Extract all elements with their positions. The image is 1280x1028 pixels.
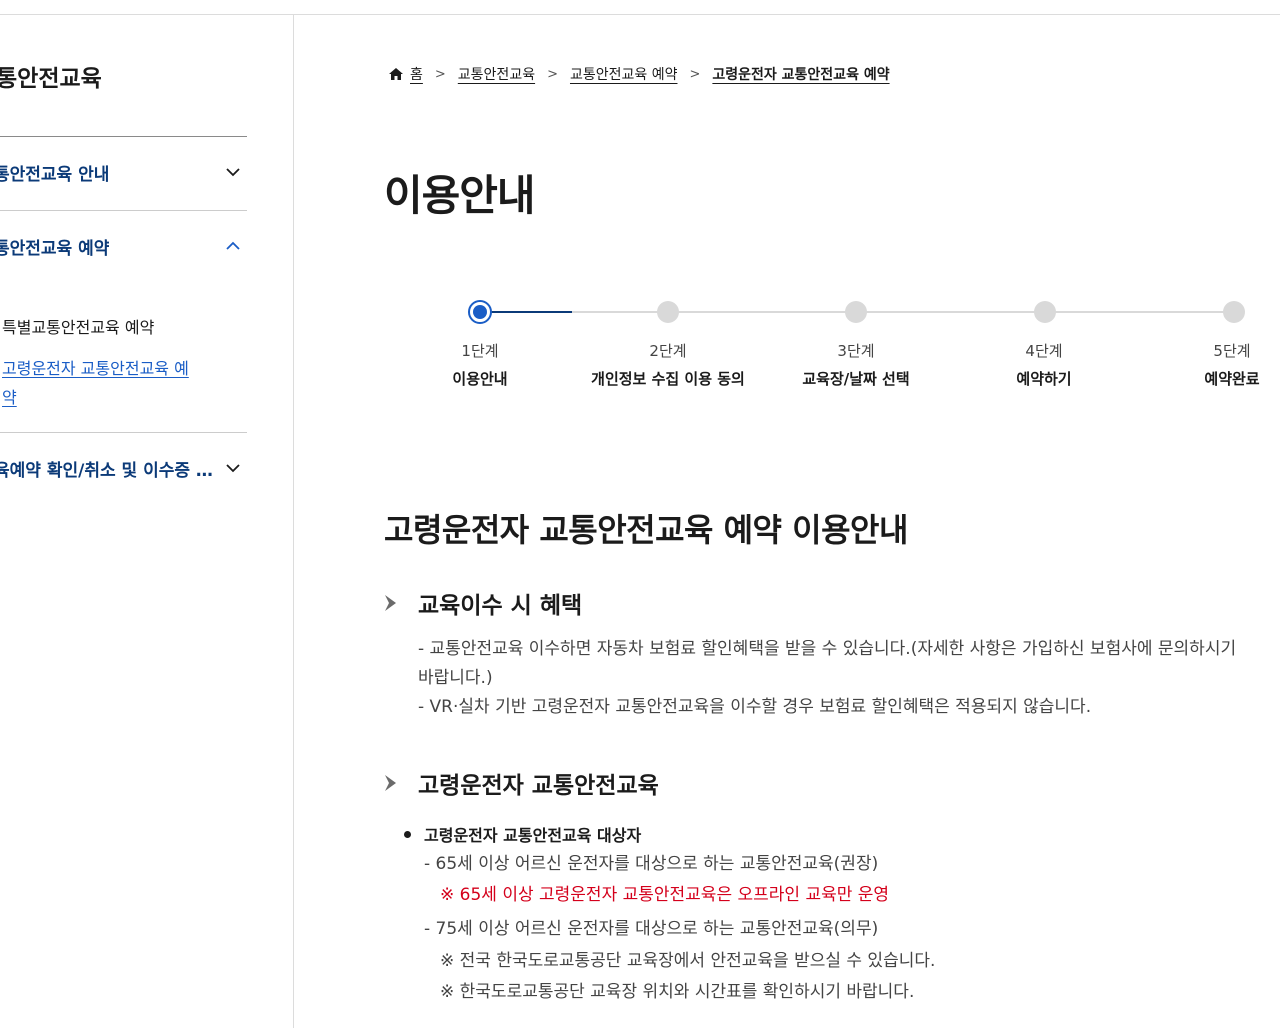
chevron-up-icon xyxy=(226,241,240,250)
chevron-down-icon xyxy=(226,168,240,177)
sidebar-divider xyxy=(293,14,294,1028)
step-dot xyxy=(657,301,679,323)
sidebar-item-label: 통안전교육 예약 xyxy=(0,238,110,259)
breadcrumb-separator: > xyxy=(689,66,701,82)
notice-offline-only: ※ 65세 이상 고령운전자 교통안전교육은 오프라인 교육만 운영 xyxy=(440,885,890,905)
step-number: 3단계 xyxy=(837,342,875,360)
elderly-heading: 고령운전자 교통안전교육 xyxy=(383,768,659,799)
step-number: 2단계 xyxy=(649,342,687,360)
sidebar-item-label: 통안전교육 안내 xyxy=(0,164,110,185)
benefits-heading-text: 교육이수 시 혜택 xyxy=(418,593,583,619)
reservation-stepper: 1단계 이용안내 2단계 개인정보 수집 이용 동의 3단계 교육장/날짜 선택… xyxy=(384,296,1280,406)
elderly-heading-text: 고령운전자 교통안전교육 xyxy=(418,773,659,799)
section-title: 고령운전자 교통안전교육 예약 이용안내 xyxy=(384,511,908,549)
target-line-65: - 65세 이상 어르신 운전자를 대상으로 하는 교통안전교육(권장) xyxy=(424,854,879,874)
arrow-bullet-icon xyxy=(385,595,396,611)
note-schedule: ※ 한국도로교통공단 교육장 위치와 시간표를 확인하시기 바랍니다. xyxy=(440,982,915,1002)
step-label: 이용안내 xyxy=(452,370,508,388)
benefit-line-2: 바랍니다.) xyxy=(418,668,493,688)
sidebar-rule xyxy=(0,432,247,433)
breadcrumb-item-reservation[interactable]: 교통안전교육 예약 xyxy=(570,64,678,84)
benefit-line-1: - 교통안전교육 이수하면 자동차 보험료 할인혜택을 받을 수 있습니다.(자… xyxy=(418,639,1237,659)
step-number: 1단계 xyxy=(461,342,499,360)
sidebar-rule xyxy=(0,136,247,137)
step-label: 교육장/날짜 선택 xyxy=(802,370,910,388)
benefits-heading: 교육이수 시 혜택 xyxy=(383,588,583,619)
step-dot xyxy=(845,301,867,323)
step-dot xyxy=(1223,301,1245,323)
target-line-75: - 75세 이상 어르신 운전자를 대상으로 하는 교통안전교육(의무) xyxy=(424,919,879,939)
breadcrumb-separator: > xyxy=(434,66,446,82)
list-bullet xyxy=(404,830,411,838)
note-nationwide: ※ 전국 한국도로교통공단 교육장에서 안전교육을 받으실 수 있습니다. xyxy=(440,951,936,971)
sidebar-subitem-elderly-driver-reservation[interactable]: 고령운전자 교통안전교육 예약 xyxy=(2,354,202,412)
sidebar-item-traffic-education-info[interactable]: 통안전교육 안내 xyxy=(0,147,247,197)
breadcrumb: 홈 > 교통안전교육 > 교통안전교육 예약 > 고령운전자 교통안전교육 예약 xyxy=(388,62,890,86)
breadcrumb-item-current[interactable]: 고령운전자 교통안전교육 예약 xyxy=(712,64,889,84)
step-current-dot xyxy=(468,300,492,324)
sidebar-item-reservation-check[interactable]: 육예약 확인/취소 및 이수증 … xyxy=(0,443,247,493)
chevron-down-icon xyxy=(226,464,240,473)
breadcrumb-home[interactable]: 홈 xyxy=(410,64,423,84)
sidebar-title: 통안전교육 xyxy=(0,66,102,92)
benefit-line-3: - VR·실차 기반 고령운전자 교통안전교육을 이수할 경우 보험료 할인혜택… xyxy=(418,697,1092,717)
sidebar: 통안전교육 통안전교육 안내 통안전교육 예약 특별교통안전교육 예약 고령운전… xyxy=(0,15,293,1028)
page-title: 이용안내 xyxy=(384,171,536,220)
sidebar-subitem-special-education[interactable]: 특별교통안전교육 예약 xyxy=(2,313,202,342)
breadcrumb-separator: > xyxy=(547,66,558,82)
step-label: 예약완료 xyxy=(1204,370,1260,388)
step-label: 예약하기 xyxy=(1016,370,1072,388)
step-number: 5단계 xyxy=(1213,342,1251,360)
sidebar-item-label: 육예약 확인/취소 및 이수증 … xyxy=(0,460,213,481)
arrow-bullet-icon xyxy=(385,775,396,791)
breadcrumb-item-traffic-education[interactable]: 교통안전교육 xyxy=(458,64,535,84)
target-heading-text: 고령운전자 교통안전교육 대상자 xyxy=(424,826,642,845)
sidebar-rule xyxy=(0,210,247,211)
step-number: 4단계 xyxy=(1025,342,1063,360)
step-dot xyxy=(1034,301,1056,323)
stepper-progress xyxy=(480,311,572,313)
step-label: 개인정보 수집 이용 동의 xyxy=(591,370,745,388)
target-heading: 고령운전자 교통안전교육 대상자 xyxy=(404,822,641,846)
home-icon xyxy=(389,68,403,80)
sidebar-item-traffic-education-reservation[interactable]: 통안전교육 예약 xyxy=(0,221,247,271)
